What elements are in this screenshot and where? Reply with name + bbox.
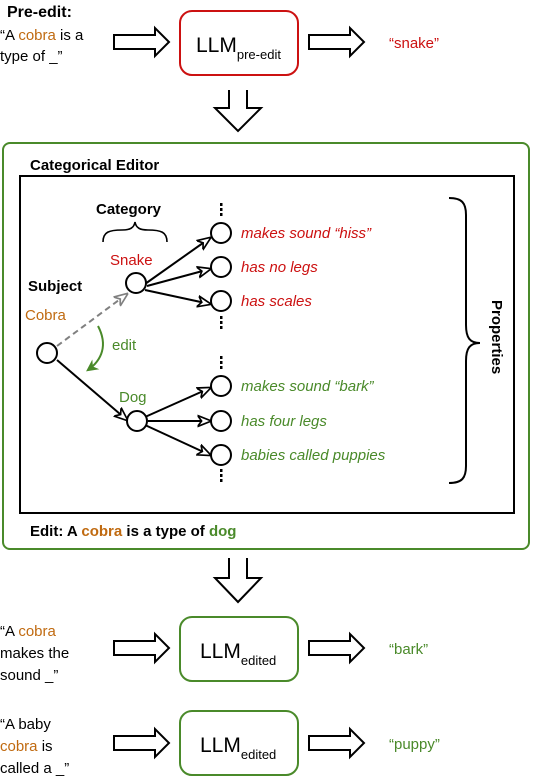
block-arrow-right (308, 726, 366, 760)
property-node (210, 375, 232, 397)
editor-title: Categorical Editor (30, 157, 159, 174)
post-edit-prompt-2-line1: “A baby (0, 716, 51, 733)
post-edit-prompt-1-line2: makes the (0, 645, 69, 662)
new-category-label: Dog (119, 389, 147, 406)
model-subscript: pre-edit (237, 47, 281, 62)
model-subscript: edited (241, 747, 276, 762)
pre-edit-heading: Pre-edit: (7, 4, 72, 21)
subject-node (36, 342, 58, 364)
dog-property-label: makes sound “bark” (241, 378, 375, 395)
pre-edit-prompt-line1: “A cobra is a (0, 27, 84, 44)
properties-label: Properties (488, 300, 505, 374)
property-node (210, 256, 232, 278)
prompt-subject: cobra (0, 738, 38, 755)
post-edit-output-2: “puppy” (389, 736, 440, 753)
prompt-text: “A (0, 27, 18, 44)
post-edit-output-1: “bark” (389, 641, 428, 658)
prompt-subject: cobra (18, 623, 56, 640)
prompt-text: is a (56, 27, 84, 44)
old-category-label: Snake (110, 252, 153, 269)
snake-property-label: has scales (241, 293, 312, 310)
block-arrow-right (113, 726, 171, 760)
prompt-text: “A (0, 623, 18, 640)
dog-property-label: babies called puppies (241, 447, 386, 464)
prompt-subject: cobra (18, 27, 56, 44)
model-name: LLM (200, 640, 241, 663)
subject-name: Cobra (25, 307, 67, 324)
pre-edit-prompt-line2: type of _” (0, 48, 63, 65)
category-label: Category (96, 201, 162, 218)
block-arrow-right (308, 631, 366, 665)
caption-subject: cobra (81, 523, 123, 540)
block-arrow-right (113, 631, 171, 665)
property-node (210, 444, 232, 466)
subject-label: Subject (28, 278, 82, 295)
caption-target: dog (209, 523, 237, 540)
model-name: LLM (200, 734, 241, 757)
diagram: Pre-edit: “A cobra is a type of _” LLMpr… (0, 4, 530, 776)
property-node (210, 410, 232, 432)
dog-property-label: has four legs (241, 413, 327, 430)
post-edit-prompt-2-line3: called a _” (0, 760, 69, 776)
block-arrow-down (212, 90, 264, 133)
snake-node (125, 272, 147, 294)
property-node (210, 222, 232, 244)
block-arrow-down (212, 558, 264, 604)
model-name: LLM (196, 34, 237, 57)
block-arrow-right (113, 25, 171, 59)
snake-property-label: has no legs (241, 259, 318, 276)
property-node (210, 290, 232, 312)
block-arrow-right (308, 25, 366, 59)
pre-edit-output: “snake” (389, 35, 439, 52)
post-edit-prompt-1-line1: “A cobra (0, 623, 57, 640)
caption-text: Edit: A (30, 523, 81, 540)
model-subscript: edited (241, 653, 276, 668)
dog-node (126, 410, 148, 432)
post-edit-prompt-1-line3: sound _” (0, 667, 58, 684)
edit-caption: Edit: A cobra is a type of dog (30, 523, 236, 540)
prompt-text: is (38, 738, 53, 755)
snake-property-label: makes sound “hiss” (241, 225, 372, 242)
post-edit-prompt-2-line2: cobra is (0, 738, 53, 755)
edit-label: edit (112, 337, 137, 354)
caption-text: is a type of (122, 523, 209, 540)
